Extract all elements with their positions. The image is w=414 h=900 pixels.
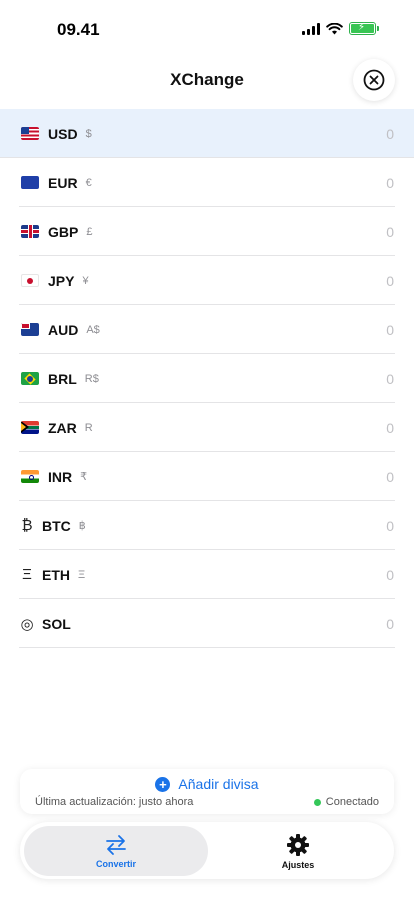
currency-code: INR	[48, 468, 73, 485]
arrows-exchange-icon	[106, 834, 126, 855]
currency-row-sol[interactable]: ◎ SOL 0	[0, 599, 414, 648]
connection-label: Conectado	[325, 796, 379, 808]
currency-row-gbp[interactable]: GBP £ 0	[0, 207, 414, 256]
currency-symbol: R	[84, 421, 93, 434]
currency-symbol: R$	[84, 372, 99, 385]
currency-symbol: ¥	[82, 274, 89, 287]
tab-settings-label: Ajustes	[281, 859, 315, 870]
currency-symbol: A$	[86, 323, 100, 336]
ethereum-icon: Ξ	[22, 566, 32, 583]
us-flag-icon	[21, 127, 39, 140]
currency-symbol: $	[85, 127, 92, 140]
gear-icon	[287, 833, 309, 856]
currency-value[interactable]: 0	[386, 322, 394, 338]
cellular-signal-icon	[302, 22, 320, 35]
currency-code: BRL	[48, 370, 77, 387]
currency-symbol: Ξ	[78, 568, 86, 581]
currency-value[interactable]: 0	[386, 175, 394, 191]
solana-icon: ◎	[20, 615, 34, 633]
currency-value[interactable]: 0	[386, 224, 394, 240]
last-update-text: Última actualización: justo ahora	[35, 796, 194, 808]
currency-value[interactable]: 0	[386, 371, 394, 387]
jp-flag-icon	[21, 274, 39, 287]
battery-charging-icon: ⚡	[349, 22, 379, 35]
currency-symbol: ฿	[78, 520, 86, 532]
currency-value[interactable]: 0	[386, 469, 394, 485]
currency-value[interactable]: 0	[386, 567, 394, 583]
tab-convert[interactable]: Convertir	[24, 826, 208, 876]
currency-code: BTC	[42, 517, 71, 534]
currency-value[interactable]: 0	[386, 518, 394, 534]
plus-circle-icon: +	[155, 776, 171, 792]
currency-value[interactable]: 0	[386, 420, 394, 436]
currency-code: AUD	[48, 321, 79, 338]
status-bar: 09.41 ⚡	[0, 0, 414, 60]
currency-row-eur[interactable]: EUR € 0	[0, 158, 414, 207]
currency-code: EUR	[48, 174, 78, 191]
eu-flag-icon	[21, 176, 39, 189]
currency-code: ZAR	[48, 419, 77, 436]
status-icons: ⚡	[302, 22, 379, 35]
close-circle-icon	[363, 69, 385, 91]
in-flag-icon	[21, 470, 39, 483]
currency-row-btc[interactable]: ₿ BTC ฿ 0	[0, 501, 414, 550]
tab-convert-label: Convertir	[95, 858, 136, 869]
currency-symbol: ₹	[80, 471, 88, 483]
tab-bar: Convertir Ajustes	[20, 822, 394, 879]
currency-row-aud[interactable]: AUD A$ 0	[0, 305, 414, 354]
wifi-icon	[326, 22, 343, 34]
page-title: XChange	[170, 70, 244, 89]
add-currency-card: + Añadir divisa Última actualización: ju…	[20, 769, 394, 814]
currency-row-inr[interactable]: INR ₹ 0	[0, 452, 414, 501]
za-flag-icon	[21, 421, 39, 434]
currency-row-zar[interactable]: ZAR R 0	[0, 403, 414, 452]
currency-row-brl[interactable]: BRL R$ 0	[0, 354, 414, 403]
currency-code: GBP	[48, 223, 79, 240]
currency-list: USD $ 0 EUR € 0 GBP £ 0 JPY ¥ 0 AUD A$ 0…	[0, 109, 414, 648]
currency-value[interactable]: 0	[386, 273, 394, 289]
currency-code: USD	[48, 125, 78, 142]
currency-value[interactable]: 0	[386, 616, 394, 632]
status-time: 09.41	[57, 20, 100, 39]
currency-row-eth[interactable]: Ξ ETH Ξ 0	[0, 550, 414, 599]
currency-row-jpy[interactable]: JPY ¥ 0	[0, 256, 414, 305]
connection-status: Conectado	[313, 796, 379, 808]
currency-code: SOL	[42, 615, 71, 632]
bitcoin-icon: ₿	[21, 517, 33, 534]
au-flag-icon	[21, 323, 39, 336]
gb-flag-icon	[21, 225, 39, 238]
currency-symbol: €	[85, 176, 92, 189]
br-flag-icon	[21, 372, 39, 385]
currency-code: ETH	[42, 566, 70, 583]
currency-code: JPY	[48, 272, 75, 289]
add-currency-button[interactable]: + Añadir divisa	[20, 776, 394, 792]
header: XChange	[0, 60, 414, 108]
status-dot-icon	[313, 798, 321, 806]
currency-row-usd[interactable]: USD $ 0	[0, 109, 414, 158]
close-button[interactable]	[353, 59, 395, 101]
tab-settings[interactable]: Ajustes	[206, 826, 390, 876]
currency-symbol: £	[86, 225, 93, 238]
add-currency-label: Añadir divisa	[178, 776, 259, 792]
currency-value[interactable]: 0	[386, 126, 394, 142]
